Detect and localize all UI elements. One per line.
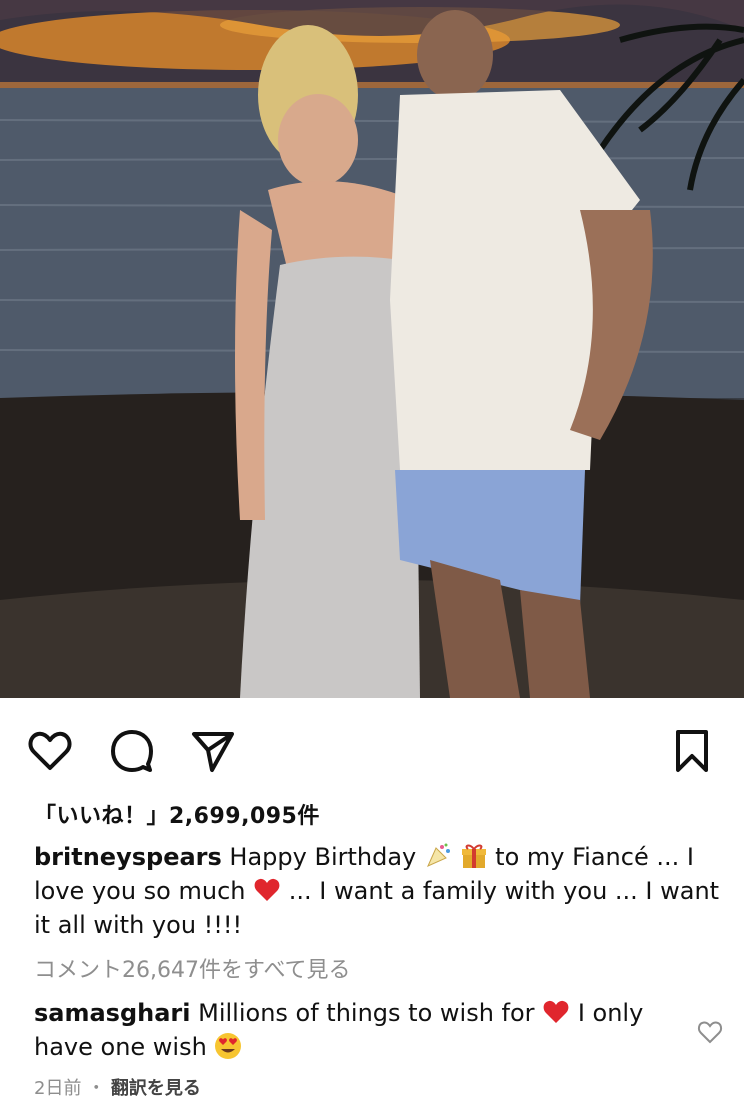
- bookmark-icon[interactable]: [668, 726, 716, 774]
- caption-text-part1: Happy Birthday: [229, 843, 417, 871]
- comment-date: 2日前: [34, 1078, 82, 1099]
- heart-icon[interactable]: [26, 726, 74, 774]
- post-actions: [0, 720, 744, 780]
- comment-meta: 2日前 ・ 翻訳を見る: [34, 1074, 201, 1100]
- confetti-icon: [426, 843, 450, 867]
- like-count[interactable]: 「いいね！」2,699,095件: [34, 798, 320, 830]
- gift-icon: [461, 844, 486, 868]
- red-heart-icon: [543, 1000, 569, 1023]
- post-image[interactable]: [0, 0, 744, 698]
- view-all-comments-link[interactable]: コメント26,647件をすべて見る: [34, 952, 351, 984]
- comment-heart-icon[interactable]: [696, 1018, 724, 1046]
- send-icon[interactable]: [188, 726, 236, 774]
- comment-icon[interactable]: [108, 726, 156, 774]
- comment-item: samasghari Millions of things to wish fo…: [34, 996, 674, 1064]
- post-caption: britneyspears Happy Birthday to my Fianc…: [34, 840, 724, 942]
- red-heart-icon: [254, 878, 280, 901]
- translate-link[interactable]: 翻訳を見る: [111, 1078, 201, 1099]
- caption-username[interactable]: britneyspears: [34, 843, 222, 871]
- comment-text-part1: Millions of things to wish for: [198, 999, 535, 1027]
- meta-separator: ・: [87, 1078, 106, 1099]
- comment-username[interactable]: samasghari: [34, 999, 191, 1027]
- heart-eyes-emoji-icon: [215, 1033, 242, 1059]
